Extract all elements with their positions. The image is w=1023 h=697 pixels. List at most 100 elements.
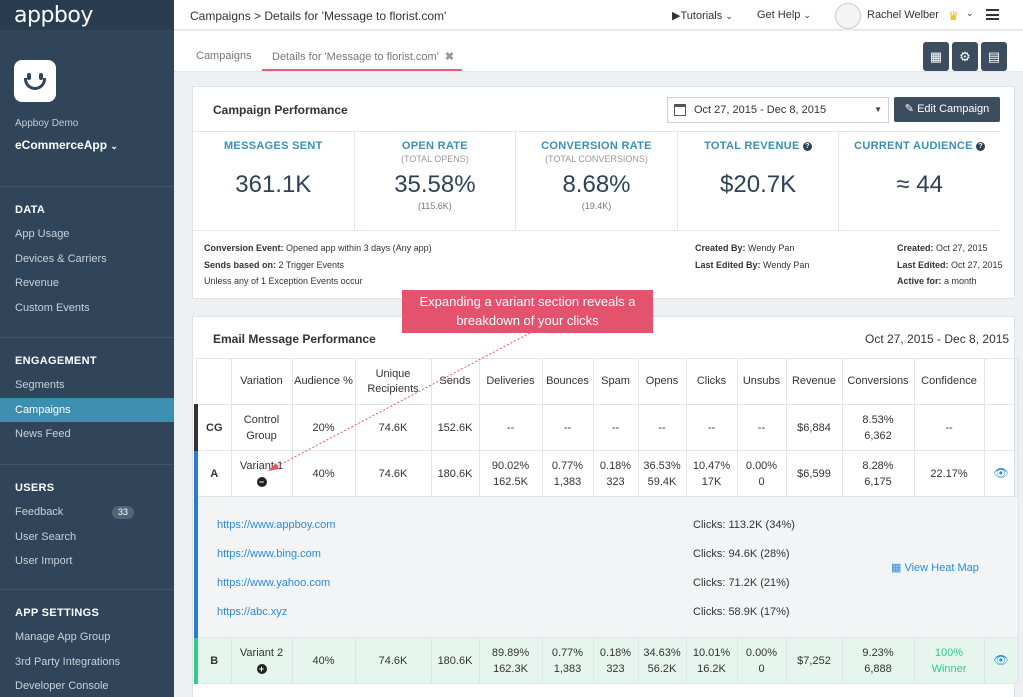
chevron-down-icon: ⌄ xyxy=(110,141,118,151)
table-row-control: CG Control Group 20% 74.6K 152.6K -- -- … xyxy=(194,404,1019,451)
sidebar-item-revenue[interactable]: Revenue xyxy=(0,271,174,296)
click-breakdown-cell: https://www.appboy.com Clicks: 113.2K (3… xyxy=(194,496,1019,638)
stat-open-rate: OPEN RATE (TOTAL OPENS) 35.58% (115.6K) xyxy=(355,132,517,230)
tab-campaigns[interactable]: Campaigns xyxy=(196,50,252,62)
click-count: Clicks: 94.6K (28%) xyxy=(693,548,790,560)
col-conversions: Conversions xyxy=(841,358,915,405)
stat-sub: (TOTAL CONVERSIONS) xyxy=(545,154,648,164)
conv-rate: 8.53% xyxy=(862,413,894,426)
expand-icon[interactable]: + xyxy=(256,663,267,674)
sidebar-item-feedback[interactable]: Feedback 33 xyxy=(0,500,174,525)
cell-bounces: -- xyxy=(541,404,594,451)
confidence-value: 100% xyxy=(934,646,964,659)
col-confidence: Confidence xyxy=(913,358,985,405)
sidebar-item-manage-app-group[interactable]: Manage App Group xyxy=(0,625,174,650)
click-link[interactable]: https://www.bing.com xyxy=(217,546,321,562)
col-opens: Opens xyxy=(637,358,687,405)
cell-conversions: 8.28% 6,175 xyxy=(841,450,915,497)
tab-details[interactable]: Details for 'Message to florist.com' ✖ xyxy=(272,50,454,63)
chevron-down-icon[interactable]: ⌄ xyxy=(966,8,974,19)
sidebar-item-user-import[interactable]: User Import xyxy=(0,549,174,574)
feedback-label: Feedback xyxy=(15,506,64,518)
sidebar-item-campaigns[interactable]: Campaigns xyxy=(0,397,174,422)
stat-sub xyxy=(193,154,354,165)
chevron-down-icon: ⌄ xyxy=(803,10,812,20)
settings-button[interactable]: ⚙ xyxy=(952,42,978,71)
conv-count: 6,362 xyxy=(864,429,892,442)
eye-icon[interactable]: 👁 xyxy=(993,466,1008,480)
sidebar-item-integrations[interactable]: 3rd Party Integrations xyxy=(0,650,174,675)
date-range-select[interactable]: Oct 27, 2015 - Dec 8, 2015 ▼ xyxy=(667,97,889,123)
cell-revenue: $7,252 xyxy=(785,637,843,684)
stat-foot: (19.4K) xyxy=(581,201,612,211)
sidebar-item-custom-events[interactable]: Custom Events xyxy=(0,296,174,321)
calendar-icon: ▦ xyxy=(929,48,943,64)
sidebar-item-app-usage[interactable]: App Usage xyxy=(0,222,174,247)
view-heat-map-link[interactable]: ▦ View Heat Map xyxy=(891,560,979,576)
count: 1,383 xyxy=(553,662,582,675)
pct: 89.89% xyxy=(491,646,530,659)
stat-label: CONVERSION RATE xyxy=(541,140,652,152)
app-switcher[interactable]: eCommerceApp ⌄ xyxy=(15,138,118,152)
click-link[interactable]: https://www.yahoo.com xyxy=(217,575,330,591)
tutorials-menu[interactable]: ▶Tutorials ⌄ xyxy=(672,9,733,22)
sidebar-item-user-search[interactable]: User Search xyxy=(0,525,174,550)
cell-opens: 36.53% 59.4K xyxy=(637,450,687,497)
get-help-menu[interactable]: Get Help ⌄ xyxy=(757,9,811,21)
cell-bounces: 0.77% 1,383 xyxy=(541,450,594,497)
col-sends: Sends xyxy=(430,358,480,405)
click-count: Clicks: 58.9K (17%) xyxy=(693,606,790,618)
document-button[interactable]: ▤ xyxy=(981,42,1007,71)
pct: 90.02% xyxy=(491,459,530,472)
document-icon: ▤ xyxy=(987,48,1001,64)
tabs-row: Campaigns Details for 'Message to floris… xyxy=(174,31,1023,72)
stat-messages-sent: MESSAGES SENT 361.1K xyxy=(193,132,355,230)
campaign-meta-mid: Created By: Wendy Pan Last Edited By: We… xyxy=(695,240,809,273)
campaign-performance-card: Campaign Performance Oct 27, 2015 - Dec … xyxy=(192,86,1015,299)
eye-icon[interactable]: 👁 xyxy=(993,653,1008,667)
stat-total-revenue: TOTAL REVENUE ? $20.7K xyxy=(678,132,840,230)
user-name[interactable]: Rachel Welber xyxy=(867,9,939,21)
close-icon[interactable]: ✖ xyxy=(445,51,454,63)
cell-view: 👁 xyxy=(983,637,1019,684)
table-row-variant-a[interactable]: A Variant 1 − 40% 74.6K 180.6K 90.02% 162.… xyxy=(194,450,1019,497)
edit-campaign-button[interactable]: ✎ Edit Campaign xyxy=(894,97,1000,122)
stat-label: TOTAL REVENUE xyxy=(704,140,800,152)
appboy-logo[interactable]: appboy xyxy=(0,0,174,30)
col-variation: Variation xyxy=(230,358,293,405)
variant-cell: Variant 1 − xyxy=(230,450,293,497)
click-link[interactable]: https://www.appboy.com xyxy=(217,517,335,533)
conv-count: 6,888 xyxy=(864,662,892,675)
help-icon[interactable]: ? xyxy=(803,142,813,151)
count: 0 xyxy=(758,475,765,488)
cell-unique: 74.6K xyxy=(354,404,432,451)
hamburger-menu-icon[interactable] xyxy=(986,9,999,20)
calendar-button[interactable]: ▦ xyxy=(923,42,949,71)
sidebar-item-developer-console[interactable]: Developer Console xyxy=(0,674,174,697)
stat-label: OPEN RATE xyxy=(401,140,468,152)
user-avatar[interactable] xyxy=(835,3,861,29)
date-range-value: Oct 27, 2015 - Dec 8, 2015 xyxy=(694,104,827,116)
click-link[interactable]: https://abc.xyz xyxy=(217,604,287,620)
variant-table: Variation Audience % Unique Recipients S… xyxy=(194,358,1019,684)
help-icon[interactable]: ? xyxy=(976,142,986,151)
active-label: Active for: xyxy=(897,276,942,286)
org-name: Appboy Demo xyxy=(15,118,79,129)
collapse-icon[interactable]: − xyxy=(256,476,267,487)
sidebar-item-news-feed[interactable]: News Feed xyxy=(0,422,174,447)
pct: 0.18% xyxy=(599,646,632,659)
pct: 0.18% xyxy=(599,459,632,472)
email-performance-card: Email Message Performance Oct 27, 2015 -… xyxy=(192,316,1019,697)
table-row-variant-b[interactable]: B Variant 2 + 40% 74.6K 180.6K 89.89% 162.… xyxy=(194,637,1019,684)
col-deliveries: Deliveries xyxy=(478,358,543,405)
created-by-value: Wendy Pan xyxy=(745,243,795,253)
cell-unsubs: 0.00% 0 xyxy=(736,637,787,684)
sidebar-item-segments[interactable]: Segments xyxy=(0,373,174,398)
cell-confidence: 22.17% xyxy=(913,450,985,497)
calendar-icon xyxy=(674,104,686,116)
cell-clicks: -- xyxy=(685,404,738,451)
count: 17K xyxy=(701,475,722,488)
cell-confidence: -- xyxy=(913,404,985,451)
sidebar-item-devices[interactable]: Devices & Carriers xyxy=(0,247,174,272)
conv-event-label: Conversion Event: xyxy=(204,243,284,253)
